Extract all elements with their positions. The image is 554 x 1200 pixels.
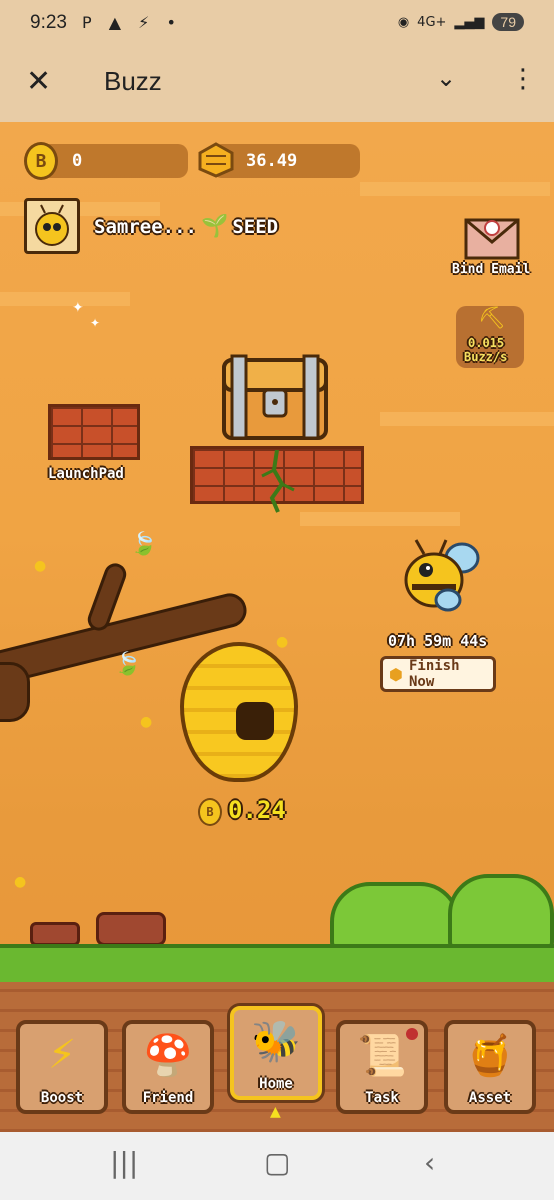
leaf-icon: 🍃 bbox=[130, 532, 158, 557]
honeycomb-icon: ⬢ bbox=[389, 664, 403, 684]
buzz-coin-icon: B bbox=[198, 798, 222, 826]
vine-icon bbox=[261, 450, 295, 513]
recent-apps-icon[interactable]: ||| bbox=[110, 1146, 138, 1179]
cloud bbox=[380, 412, 554, 426]
sparkle-icon: ✦ bbox=[72, 300, 84, 316]
nav-label: Home bbox=[259, 1076, 293, 1092]
page-title: Buzz bbox=[104, 66, 162, 96]
hive-earnings[interactable]: 0.24 bbox=[228, 796, 286, 824]
coin-glyph: B bbox=[206, 805, 214, 819]
treasure-chest-icon[interactable] bbox=[218, 342, 332, 442]
pickaxe-icon: ⛏ bbox=[478, 306, 506, 331]
notification-icons: P ▲ ⚡ • bbox=[82, 13, 182, 32]
beehive[interactable] bbox=[180, 642, 298, 782]
rock bbox=[30, 922, 80, 946]
nav-asset[interactable]: 🍯 Asset bbox=[444, 1020, 536, 1114]
nav-task[interactable]: 📜 Task bbox=[336, 1020, 428, 1114]
nav-boost[interactable]: ⚡ Boost bbox=[16, 1020, 108, 1114]
envelope-icon bbox=[464, 218, 520, 260]
honey-balance-value: 36.49 bbox=[246, 151, 298, 171]
small-bee-icon: ● bbox=[140, 714, 153, 730]
finish-now-button[interactable]: ⬢ Finish Now bbox=[380, 656, 496, 692]
signal-icon: ▂▄▆ bbox=[454, 14, 485, 30]
rock bbox=[96, 912, 166, 946]
launchpad-bricks[interactable] bbox=[48, 404, 140, 460]
profile-info[interactable]: Samree... 🌱 SEED bbox=[94, 214, 278, 239]
mining-rate-button[interactable]: ⛏ 0.015 Buzz/s bbox=[456, 306, 524, 368]
lightning-icon: ⚡ bbox=[47, 1032, 77, 1078]
nav-label: Boost bbox=[40, 1090, 84, 1106]
small-bee-icon: ● bbox=[14, 874, 27, 890]
hive-door bbox=[236, 702, 274, 740]
bush bbox=[330, 882, 460, 952]
bee-timer: 07h 59m 44s bbox=[388, 632, 488, 650]
bee-avatar-icon bbox=[35, 204, 69, 246]
honeycomb-icon bbox=[198, 142, 234, 178]
nav-label: Task bbox=[365, 1090, 399, 1106]
game-scene: 0 B 36.49 Samree... 🌱 SEED Bind Email ⛏ bbox=[0, 122, 554, 1132]
mining-rate-unit: Buzz/s bbox=[464, 350, 508, 364]
mushroom-icon: 🍄 bbox=[143, 1033, 193, 1079]
more-menu-icon[interactable]: ⋮ bbox=[510, 64, 536, 94]
ground-grass bbox=[0, 944, 554, 984]
status-bar: 9:23 P ▲ ⚡ • ◉ 4G+ ▂▄▆ 79 bbox=[0, 0, 554, 50]
bee-character-icon[interactable] bbox=[394, 534, 486, 618]
buzz-coin-icon: B bbox=[24, 142, 58, 180]
tree-branch bbox=[0, 662, 30, 722]
active-indicator-icon: ▲ bbox=[270, 1104, 281, 1120]
mining-rate-value: 0.015 bbox=[468, 336, 505, 350]
profile-rank: SEED bbox=[232, 215, 279, 238]
sprout-icon: 🌱 bbox=[200, 214, 229, 239]
coin-glyph: B bbox=[35, 150, 47, 172]
bind-email-button[interactable]: Bind Email bbox=[452, 212, 532, 278]
home-icon[interactable]: ▢ bbox=[264, 1146, 290, 1179]
network-label: 4G+ bbox=[417, 14, 447, 30]
status-right: ◉ 4G+ ▂▄▆ 79 bbox=[398, 13, 524, 31]
bee-icon: 🐝 bbox=[251, 1019, 301, 1065]
small-bee-icon: ● bbox=[276, 634, 289, 650]
chevron-down-icon[interactable]: ⌄ bbox=[436, 64, 456, 92]
launchpad-label[interactable]: LaunchPad bbox=[48, 466, 124, 482]
close-icon[interactable]: ✕ bbox=[26, 64, 51, 99]
nav-label: Friend bbox=[142, 1090, 194, 1106]
nav-label: Asset bbox=[468, 1090, 512, 1106]
back-icon[interactable]: ‹ bbox=[424, 1146, 435, 1179]
sparkle-icon: ✦ bbox=[90, 316, 101, 330]
coin-balance[interactable]: 0 bbox=[38, 144, 188, 178]
notification-dot bbox=[406, 1028, 418, 1040]
cloud bbox=[360, 182, 550, 196]
battery-indicator: 79 bbox=[492, 13, 524, 31]
nav-friend[interactable]: 🍄 Friend bbox=[122, 1020, 214, 1114]
small-bee-icon: ● bbox=[34, 558, 47, 574]
coin-balance-value: 0 bbox=[72, 151, 83, 171]
bush bbox=[448, 874, 554, 952]
status-time: 9:23 bbox=[30, 12, 67, 33]
cloud bbox=[300, 512, 460, 526]
system-nav-bar: ||| ▢ ‹ bbox=[0, 1132, 554, 1200]
cloud bbox=[0, 292, 130, 306]
leaf-icon: 🍃 bbox=[114, 652, 142, 677]
finish-now-label: Finish Now bbox=[408, 658, 460, 690]
nav-home[interactable]: 🐝 Home bbox=[230, 1006, 322, 1100]
app-bar: ✕ Buzz ⌄ ⋮ bbox=[0, 50, 554, 122]
hotspot-icon: ◉ bbox=[397, 14, 410, 30]
bind-email-label: Bind Email bbox=[452, 262, 531, 277]
honey-jar-icon: 🍯 bbox=[465, 1033, 515, 1079]
avatar[interactable] bbox=[24, 198, 80, 254]
profile-name: Samree... bbox=[94, 215, 197, 238]
